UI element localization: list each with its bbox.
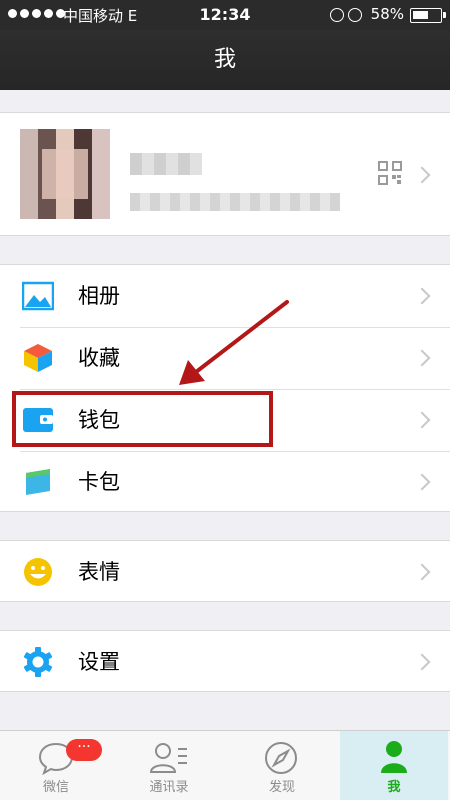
chevron-right-icon (413, 563, 431, 581)
tab-label: 通讯录 (149, 780, 189, 795)
contacts-icon (149, 743, 187, 773)
menu-group-stickers: 表情 (0, 540, 450, 602)
chevron-right-icon (413, 653, 431, 671)
tab-chats[interactable]: ··· 微信 (0, 731, 112, 800)
tab-bar: ··· 微信 通讯录 发现 我 (0, 730, 450, 800)
tab-label: 发现 (268, 780, 295, 795)
smiley-icon (24, 558, 52, 586)
tab-label: 微信 (42, 780, 69, 795)
tab-discover[interactable]: 发现 (226, 731, 338, 800)
menu-item-settings[interactable]: 设置 (0, 631, 450, 693)
menu-group-settings: 设置 (0, 630, 450, 692)
tab-me[interactable]: 我 (340, 731, 448, 800)
menu-item-label: 表情 (78, 560, 120, 584)
gear-icon (23, 647, 53, 677)
person-icon (381, 741, 407, 773)
tab-label: 我 (387, 780, 401, 795)
unread-badge: ··· (66, 739, 102, 761)
tab-contacts[interactable]: 通讯录 (113, 731, 225, 800)
menu-item-label: 设置 (78, 650, 120, 674)
menu-item-stickers[interactable]: 表情 (0, 541, 450, 603)
compass-icon (265, 742, 297, 774)
